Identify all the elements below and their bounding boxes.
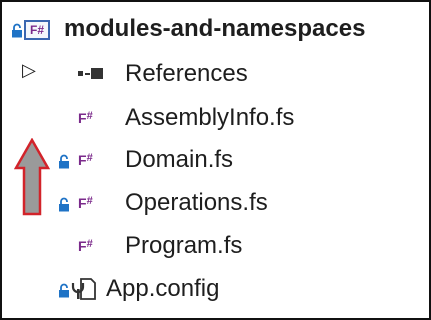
fsharp-file-icon: F# — [78, 238, 93, 254]
tree-node-program[interactable]: F# Program.fs — [2, 228, 429, 264]
fsharp-project-icon: F# — [24, 20, 50, 40]
project-label: modules-and-namespaces — [64, 15, 366, 42]
tree-node-references[interactable]: ▷ References — [2, 56, 429, 92]
references-icon — [78, 68, 103, 79]
fsharp-badge-hash: # — [86, 238, 93, 250]
fsharp-badge-hash: # — [86, 195, 93, 207]
tree-item-label: Operations.fs — [125, 189, 268, 216]
fsharp-file-icon: F# — [78, 152, 93, 168]
tree-item-label: Domain.fs — [125, 146, 234, 173]
fsharp-file-icon: F# — [78, 195, 93, 211]
config-file-icon — [71, 278, 96, 300]
tree-item-label: References — [125, 60, 248, 87]
tree-item-label: App.config — [106, 275, 220, 302]
tree-item-label: Program.fs — [125, 232, 243, 259]
fsharp-badge-hash: # — [86, 110, 93, 122]
tree-node-project[interactable]: F# modules-and-namespaces — [2, 12, 429, 48]
fsharp-badge-letter: F — [78, 110, 87, 126]
tree-item-label: AssemblyInfo.fs — [125, 104, 295, 131]
tree-node-domain[interactable]: F# Domain.fs — [2, 142, 429, 178]
expand-chevron-icon[interactable]: ▷ — [22, 60, 36, 81]
fsharp-badge-letter: F — [78, 238, 87, 254]
lock-icon — [59, 197, 69, 212]
lock-icon — [59, 154, 69, 169]
fsharp-badge-letter: F — [78, 195, 87, 211]
tree-node-operations[interactable]: F# Operations.fs — [2, 185, 429, 221]
up-arrow-annotation-icon — [14, 138, 50, 216]
lock-icon — [59, 283, 69, 298]
lock-icon — [12, 23, 22, 38]
tree-node-assemblyinfo[interactable]: F# AssemblyInfo.fs — [2, 100, 429, 136]
fsharp-badge-hash: # — [86, 152, 93, 164]
project-icon-badge: F# — [29, 23, 44, 37]
fsharp-badge-letter: F — [78, 152, 87, 168]
tree-node-app-config[interactable]: App.config — [2, 271, 429, 307]
solution-explorer-tree: F# modules-and-namespaces ▷ References F… — [0, 0, 431, 320]
fsharp-file-icon: F# — [78, 110, 93, 126]
